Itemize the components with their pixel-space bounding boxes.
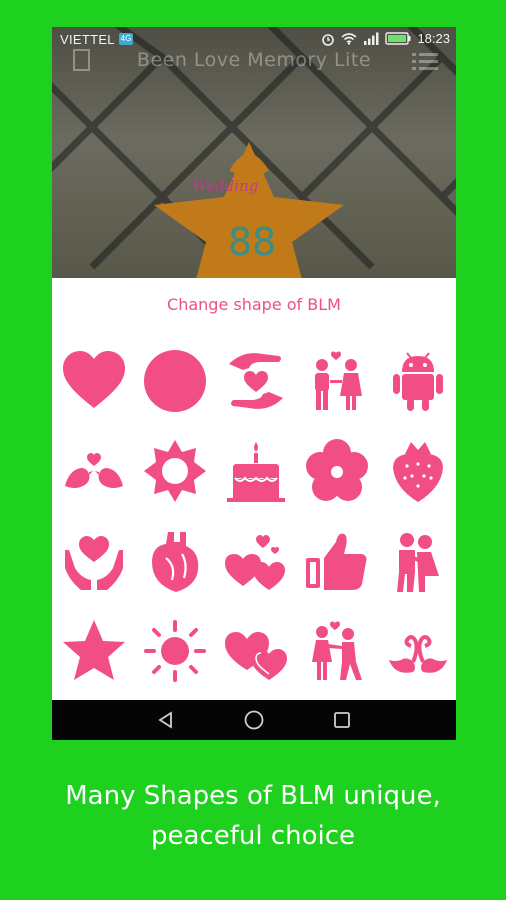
shape-option-flower[interactable] xyxy=(301,435,373,507)
shape-option-swans[interactable] xyxy=(382,615,454,687)
shape-option-dancing-couple[interactable] xyxy=(301,615,373,687)
swans-icon xyxy=(389,635,447,673)
carrier-name: VIETTEL xyxy=(60,32,115,47)
wifi-icon xyxy=(341,33,357,45)
shape-option-heart-in-hands[interactable] xyxy=(58,525,130,597)
app-header: Been Love Memory Lite xyxy=(52,47,456,77)
shape-option-anatomical-heart[interactable] xyxy=(139,525,211,597)
chooser-title: Change shape of BLM xyxy=(167,295,341,314)
hearts-icon xyxy=(225,535,285,590)
shape-option-sun[interactable] xyxy=(139,615,211,687)
thumbs-up-icon xyxy=(306,533,367,590)
promo-caption: Many Shapes of BLM unique, peaceful choi… xyxy=(0,776,506,856)
anatomical-heart-icon xyxy=(152,532,199,592)
clock-time: 18:23 xyxy=(417,31,450,46)
shape-option-couple[interactable] xyxy=(301,345,373,417)
battery-icon xyxy=(385,32,411,45)
shape-option-hugging-couple[interactable] xyxy=(382,525,454,597)
caption-line-1: Many Shapes of BLM unique, xyxy=(65,781,441,811)
recents-icon xyxy=(334,712,350,728)
circle-icon xyxy=(144,350,206,412)
dancing-couple-icon xyxy=(312,621,362,680)
couple-icon xyxy=(315,351,362,410)
caption-line-2: peaceful choice xyxy=(150,821,356,851)
double-heart-icon xyxy=(225,632,287,680)
flower-icon xyxy=(306,439,368,501)
shape-option-thumbs-up[interactable] xyxy=(301,525,373,597)
shape-grid xyxy=(58,345,450,705)
recents-button[interactable] xyxy=(330,708,354,732)
menu-list-icon[interactable] xyxy=(412,51,438,73)
shape-option-cake[interactable] xyxy=(220,435,292,507)
app-title: Been Love Memory Lite xyxy=(136,49,372,71)
sun-badge-icon xyxy=(144,440,206,502)
shape-option-hands-heart[interactable] xyxy=(220,345,292,417)
hugging-couple-icon xyxy=(397,533,439,592)
widget-label: Wedding xyxy=(192,177,259,195)
strawberry-icon xyxy=(393,442,443,502)
signal-icon xyxy=(364,32,379,45)
star-icon xyxy=(63,620,125,680)
home-button[interactable] xyxy=(242,708,266,732)
shape-option-circle[interactable] xyxy=(139,345,211,417)
navigation-bar xyxy=(52,700,456,740)
love-birds-icon xyxy=(65,453,123,488)
home-icon xyxy=(244,710,264,730)
shape-option-star[interactable] xyxy=(58,615,130,687)
shape-option-strawberry[interactable] xyxy=(382,435,454,507)
shape-option-sun-badge[interactable] xyxy=(139,435,211,507)
shape-option-double-heart[interactable] xyxy=(220,615,292,687)
shape-option-android[interactable] xyxy=(382,345,454,417)
heart-in-hands-icon xyxy=(65,536,123,590)
back-icon xyxy=(158,711,172,729)
hands-heart-icon xyxy=(229,353,283,409)
back-button[interactable] xyxy=(154,708,178,732)
network-badge: 4G xyxy=(119,33,133,45)
phone-screen: VIETTEL 4G 18:23 Been Love Memory Lite W… xyxy=(52,27,456,740)
heart-icon xyxy=(63,351,125,408)
sun-icon xyxy=(144,620,206,682)
days-count: 88 xyxy=(228,220,277,264)
cake-icon xyxy=(227,442,285,502)
shape-option-hearts[interactable] xyxy=(220,525,292,597)
shape-option-love-birds[interactable] xyxy=(58,435,130,507)
android-icon xyxy=(393,352,443,411)
alarm-icon xyxy=(322,33,335,46)
shape-option-heart[interactable] xyxy=(58,345,130,417)
app-preview: VIETTEL 4G 18:23 Been Love Memory Lite W… xyxy=(52,27,456,278)
